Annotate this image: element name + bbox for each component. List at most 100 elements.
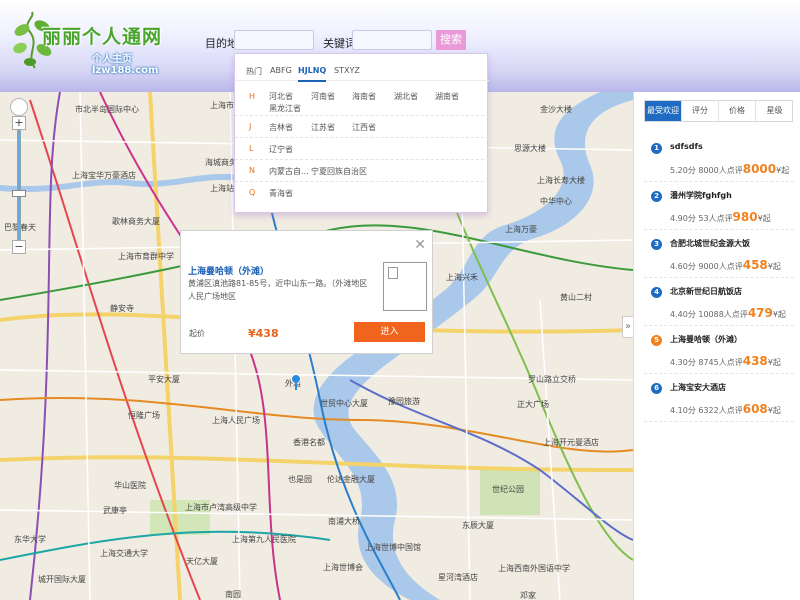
hotel-name[interactable]: 上海宝安大酒店 — [670, 382, 726, 393]
map-poi-label[interactable]: 歌林商务大厦 — [112, 216, 160, 227]
map-poi-label[interactable]: 邓家 — [520, 590, 536, 600]
zoom-slider[interactable] — [17, 130, 21, 240]
map-poi-label[interactable]: 上海世博中国馆 — [365, 542, 421, 553]
province-item[interactable]: 黑龙江省 — [269, 103, 301, 114]
province-letter: J — [249, 122, 252, 131]
map-poi-label[interactable]: 天亿大厦 — [186, 556, 218, 567]
tab-star[interactable]: 星级 — [756, 101, 793, 121]
map-poi-label[interactable]: 华山医院 — [114, 480, 146, 491]
broken-image-icon — [388, 267, 398, 279]
map-poi-label[interactable]: 上海市育群中学 — [118, 251, 174, 262]
province-item[interactable]: 吉林省 — [269, 122, 293, 133]
map-poi-label[interactable]: 上海站 — [210, 183, 234, 194]
province-item[interactable]: 青海省 — [269, 188, 293, 199]
hotel-popup: ✕ 上海曼哈顿（外滩） 黄浦区滇池路81-85号，近中山东一路。（外滩地区人民广… — [180, 230, 433, 354]
hotel-score: 4.40分 — [670, 310, 696, 319]
site-logo[interactable]: 丽丽个人通网 个人主页lzw188.com — [10, 10, 195, 76]
province-item[interactable]: 宁夏回族自治区 — [311, 166, 367, 177]
hotel-meta: 4.30分 8745人点评438¥起 — [670, 354, 781, 368]
province-item[interactable]: 湖北省 — [394, 91, 418, 102]
hotel-price: 608 — [742, 402, 768, 416]
hotel-list-item[interactable]: 6 上海宝安大酒店 4.10分 6322人点评608¥起 — [644, 374, 794, 422]
map-poi-label[interactable]: 上海万豪 — [505, 224, 537, 235]
keyword-input[interactable] — [352, 30, 432, 50]
hotel-name[interactable]: 合肥北城世纪金源大饭 — [670, 238, 750, 249]
map-poi-label[interactable]: 上海市卢湾高级中学 — [185, 502, 257, 513]
map-poi-label[interactable]: 上海开元曼酒店 — [543, 437, 599, 448]
popup-price: ¥438 — [248, 327, 279, 340]
close-icon[interactable]: ✕ — [414, 237, 426, 253]
map-poi-label[interactable]: 恒隆广场 — [128, 410, 160, 421]
tab-most-popular[interactable]: 最受欢迎 — [645, 101, 682, 121]
map-poi-label[interactable]: 金沙大楼 — [540, 104, 572, 115]
map-poi-label[interactable]: 上海第九人民医院 — [232, 534, 296, 545]
map-poi-label[interactable]: 武康亭 — [103, 505, 127, 516]
hotel-list-item[interactable]: 2 潘州学院fghfgh 4.90分 53人点评980¥起 — [644, 182, 794, 230]
tab-hjlnq[interactable]: HJLNQ — [298, 66, 327, 82]
popup-hotel-title[interactable]: 上海曼哈顿（外滩） — [188, 264, 269, 277]
zoom-control[interactable]: + − — [10, 98, 28, 268]
hotel-name[interactable]: 上海曼哈顿（外滩） — [670, 334, 742, 345]
map-poi-label[interactable]: 中华中心 — [540, 196, 572, 207]
hotel-score: 4.10分 — [670, 406, 696, 415]
province-item[interactable]: 河南省 — [311, 91, 335, 102]
pan-control[interactable] — [10, 98, 28, 116]
province-item[interactable]: 内蒙古自... — [269, 166, 309, 177]
map-poi-label[interactable]: 正大广场 — [517, 399, 549, 410]
hotel-name[interactable]: sdfsdfs — [670, 142, 703, 151]
map-poi-label[interactable]: 伦达金融大厦 — [327, 474, 375, 485]
hotel-list-item[interactable]: 3 合肥北城世纪金源大饭 4.60分 9000人点评458¥起 — [644, 230, 794, 278]
map-poi-label[interactable]: 香港名都 — [293, 437, 325, 448]
map-poi-label[interactable]: 上海兴禾 — [446, 272, 478, 283]
hotel-reviews: 9000人点评 — [698, 262, 743, 271]
map-poi-label[interactable]: 市北半岛国际中心 — [75, 104, 139, 115]
province-item[interactable]: 湖南省 — [435, 91, 459, 102]
map-poi-label[interactable]: 上海宝华万豪酒店 — [72, 170, 136, 181]
map-poi-label[interactable]: 上海世博会 — [323, 562, 363, 573]
tab-hot[interactable]: 热门 — [246, 66, 262, 77]
zoom-slider-thumb[interactable] — [12, 190, 26, 197]
map-poi-label[interactable]: 南浦大桥 — [328, 516, 360, 527]
enter-button[interactable]: 进入 — [354, 322, 425, 342]
hotel-thumbnail[interactable] — [383, 262, 427, 311]
map-poi-label[interactable]: 东华大学 — [14, 534, 46, 545]
destination-input[interactable] — [234, 30, 314, 50]
map-poi-label[interactable]: 城开国际大厦 — [38, 574, 86, 585]
province-item[interactable]: 江苏省 — [311, 122, 335, 133]
map-poi-label[interactable]: 星河湾酒店 — [438, 572, 478, 583]
hotel-price-suffix: ¥起 — [767, 406, 781, 415]
tab-abfg[interactable]: ABFG — [270, 66, 292, 75]
map-poi-label[interactable]: 也是园 — [288, 474, 312, 485]
hotel-list-item[interactable]: 5 上海曼哈顿（外滩） 4.30分 8745人点评438¥起 — [644, 326, 794, 374]
map-poi-label[interactable]: 静安寺 — [110, 303, 134, 314]
map-poi-label[interactable]: 东辰大厦 — [462, 520, 494, 531]
map-poi-label[interactable]: 上海西南外国语中学 — [498, 563, 570, 574]
province-item[interactable]: 河北省 — [269, 91, 293, 102]
map-poi-label[interactable]: 上海交通大学 — [100, 548, 148, 559]
map-poi-label[interactable]: 平安大厦 — [148, 374, 180, 385]
zoom-out-button[interactable]: − — [12, 240, 26, 254]
hotel-list-item[interactable]: 4 北京新世纪日航饭店 4.40分 10088人点评479¥起 — [644, 278, 794, 326]
province-item[interactable]: 辽宁省 — [269, 144, 293, 155]
tab-stxyz[interactable]: STXYZ — [334, 66, 360, 75]
map-poi-label[interactable]: 黄山二村 — [560, 292, 592, 303]
hotel-list-item[interactable]: 1 sdfsdfs 5.20分 8000人点评8000¥起 — [644, 134, 794, 182]
zoom-in-button[interactable]: + — [12, 116, 26, 130]
map-poi-label[interactable]: 上海人民广场 — [212, 415, 260, 426]
map-poi-label[interactable]: 思源大楼 — [514, 143, 546, 154]
province-row-h: H 河北省 河南省 海南省 湖北省 湖南省 黑龙江省 — [235, 86, 489, 116]
hotel-name[interactable]: 潘州学院fghfgh — [670, 190, 732, 201]
map-poi-label[interactable]: 罗山路立交桥 — [528, 374, 576, 385]
map-poi-label[interactable]: 豫园旅游 — [388, 396, 420, 407]
hotel-name[interactable]: 北京新世纪日航饭店 — [670, 286, 742, 297]
search-button[interactable]: 搜索 — [436, 30, 466, 50]
map-poi-label[interactable]: 世纪公园 — [492, 484, 524, 495]
province-item[interactable]: 海南省 — [352, 91, 376, 102]
tab-rating[interactable]: 评分 — [682, 101, 719, 121]
province-item[interactable]: 江西省 — [352, 122, 376, 133]
map-poi-label[interactable]: 世贸中心大厦 — [320, 398, 368, 409]
hotel-marker-stem — [295, 383, 297, 390]
tab-price[interactable]: 价格 — [719, 101, 756, 121]
map-poi-label[interactable]: 南园 — [225, 589, 241, 600]
map-poi-label[interactable]: 上海长寿大楼 — [537, 175, 585, 186]
